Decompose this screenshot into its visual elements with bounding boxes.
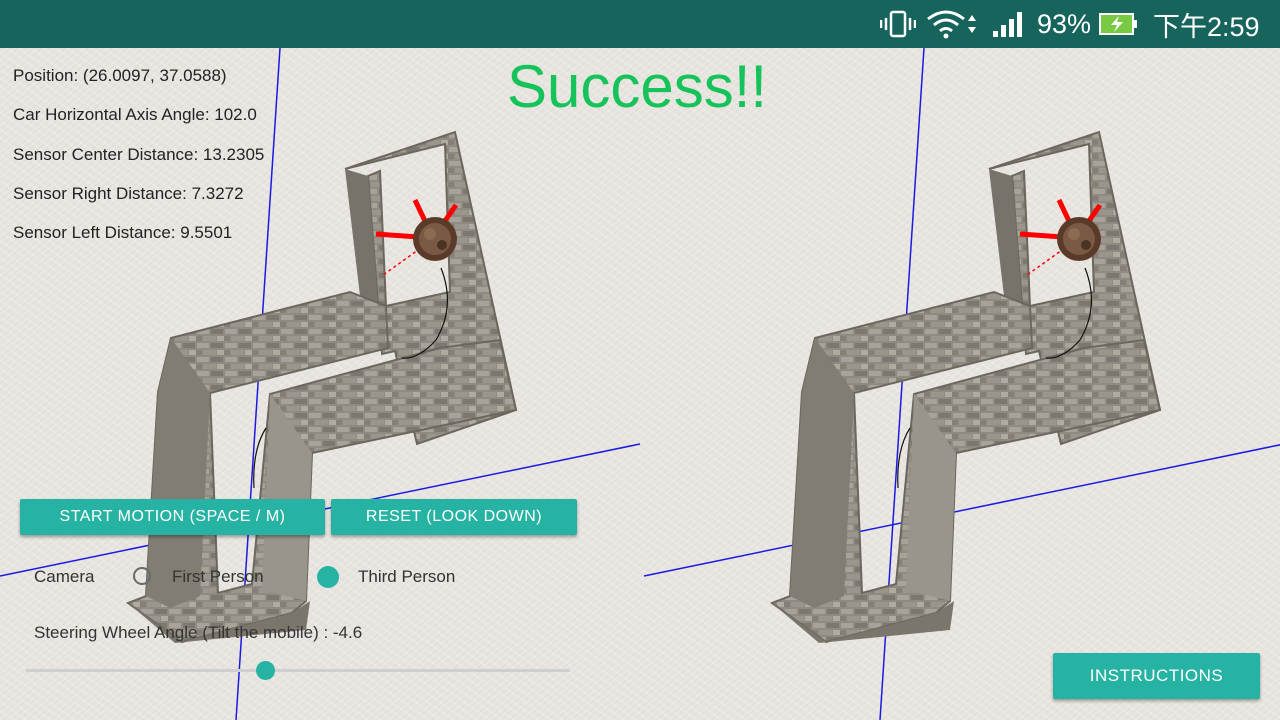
start-motion-button[interactable]: START MOTION (SPACE / M) bbox=[20, 499, 325, 535]
reset-button[interactable]: RESET (LOOK DOWN) bbox=[331, 499, 577, 535]
battery-percent: 93% bbox=[1037, 8, 1092, 39]
wifi-icon bbox=[926, 0, 978, 48]
success-banner: Success!! bbox=[507, 53, 768, 120]
car-angle-readout: Car Horizontal Axis Angle: 102.0 bbox=[13, 105, 257, 124]
sensor-left-readout: Sensor Left Distance: 9.5501 bbox=[13, 223, 233, 242]
camera-label: Camera bbox=[34, 567, 95, 586]
sensor-right-readout: Sensor Right Distance: 7.3272 bbox=[13, 184, 244, 203]
third-person-radio[interactable] bbox=[317, 566, 339, 588]
signal-icon bbox=[993, 0, 1027, 48]
instructions-button[interactable]: INSTRUCTIONS bbox=[1053, 653, 1260, 699]
sensor-center-readout: Sensor Center Distance: 13.2305 bbox=[13, 145, 265, 164]
right-eye-view bbox=[644, 48, 1280, 720]
first-person-radio[interactable] bbox=[133, 567, 151, 585]
first-person-label[interactable]: First Person bbox=[172, 567, 264, 587]
vibrate-icon bbox=[880, 0, 916, 48]
steering-slider-track[interactable] bbox=[26, 669, 570, 672]
steering-angle-label: Steering Wheel Angle (Tilt the mobile) :… bbox=[34, 623, 363, 642]
battery-charging-icon bbox=[1099, 0, 1139, 48]
position-readout: Position: (26.0097, 37.0588) bbox=[13, 66, 227, 85]
clock: 下午2:59 bbox=[1153, 11, 1260, 42]
status-bar: 93% 下午2:59 bbox=[0, 0, 1280, 48]
steering-slider-thumb[interactable] bbox=[255, 661, 275, 680]
third-person-label[interactable]: Third Person bbox=[358, 567, 455, 587]
